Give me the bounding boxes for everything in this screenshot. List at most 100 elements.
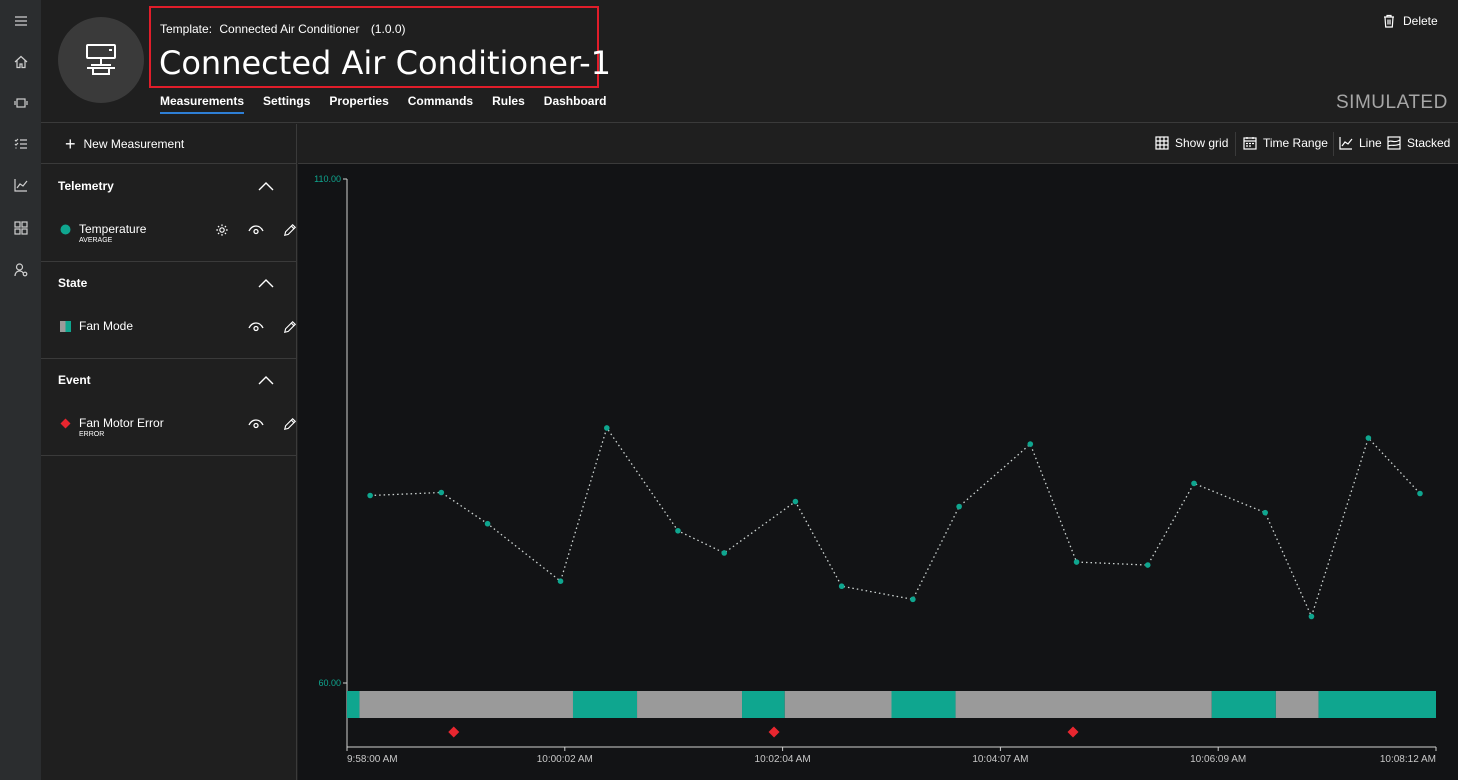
event-marker-1[interactable]: [768, 726, 780, 738]
state-segment-7: [955, 691, 1212, 718]
section-title: Event: [58, 373, 91, 387]
plus-icon: +: [65, 133, 76, 154]
grid-icon: [1155, 136, 1169, 150]
measurement-item-fan-motor-error[interactable]: Fan Motor Error ERROR: [58, 411, 297, 441]
edit-pencil-icon[interactable]: [281, 318, 299, 336]
eye-icon[interactable]: [247, 415, 265, 433]
chart-area: Show grid Time Range Line Stacked 110.00…: [298, 124, 1458, 780]
state-segment-6: [891, 691, 956, 718]
x-tick-label-4: 10:06:09 AM: [1190, 754, 1246, 765]
measurement-item-temperature[interactable]: Temperature AVERAGE: [58, 217, 297, 247]
show-grid-label: Show grid: [1175, 136, 1229, 150]
edit-pencil-icon[interactable]: [281, 221, 299, 239]
state-section: State Fan Mode: [41, 262, 297, 359]
series-color-circle-icon: [60, 224, 71, 235]
home-icon[interactable]: [0, 48, 41, 76]
line-chart-button[interactable]: Line: [1339, 136, 1382, 150]
state-segment-1: [359, 691, 573, 718]
time-range-button[interactable]: Time Range: [1243, 136, 1328, 150]
template-name: Connected Air Conditioner: [219, 22, 360, 36]
gear-icon[interactable]: [213, 221, 231, 239]
telemetry-section: Telemetry Temperature AVERAGE: [41, 165, 297, 262]
stacked-chart-icon: [1387, 136, 1401, 150]
x-tick-label-0: 9:58:00 AM: [347, 754, 398, 765]
device-header: Template: Connected Air Conditioner (1.0…: [41, 0, 1458, 123]
tab-properties[interactable]: Properties: [329, 94, 388, 114]
temperature-point-2[interactable]: [484, 520, 491, 527]
user-admin-icon[interactable]: [0, 256, 41, 284]
temperature-point-14[interactable]: [1191, 480, 1197, 487]
eye-icon[interactable]: [247, 221, 265, 239]
state-segment-2: [572, 691, 638, 718]
toolbar-divider: [1333, 132, 1334, 156]
dashboard-grid-icon[interactable]: [0, 214, 41, 242]
temperature-point-8[interactable]: [838, 583, 845, 590]
state-segment-4: [742, 691, 785, 718]
temperature-point-10[interactable]: [956, 503, 962, 510]
state-segment-3: [637, 691, 743, 718]
event-markers: [448, 726, 1079, 738]
tab-dashboard[interactable]: Dashboard: [544, 94, 607, 114]
delete-button[interactable]: Delete: [1383, 14, 1438, 28]
x-tick-label-1: 10:00:02 AM: [537, 754, 593, 765]
temperature-point-11[interactable]: [1027, 441, 1034, 447]
edit-pencil-icon[interactable]: [281, 415, 299, 433]
new-measurement-button[interactable]: + New Measurement: [41, 124, 297, 164]
tab-commands[interactable]: Commands: [408, 94, 473, 114]
temperature-point-3[interactable]: [557, 578, 564, 584]
state-segment-9: [1275, 691, 1319, 718]
temperature-point-6[interactable]: [721, 550, 728, 556]
x-tick-label-5: 10:08:12 AM: [1380, 754, 1436, 765]
temperature-point-4[interactable]: [603, 425, 610, 431]
eye-icon[interactable]: [247, 318, 265, 336]
x-tick-label-3: 10:04:07 AM: [972, 754, 1028, 765]
event-marker-0[interactable]: [448, 726, 460, 738]
telemetry-chart[interactable]: 110.00 60.00 9:58:00 AM 10:00:02 AM 10:02:…: [298, 165, 1458, 780]
list-check-icon[interactable]: [0, 130, 41, 158]
stacked-label: Stacked: [1407, 136, 1451, 150]
chevron-up-icon[interactable]: [258, 372, 276, 386]
temperature-point-1[interactable]: [438, 489, 445, 496]
time-range-label: Time Range: [1263, 136, 1328, 150]
temperature-point-9[interactable]: [910, 596, 916, 603]
temperature-point-12[interactable]: [1073, 559, 1080, 565]
y-axis-min-label: 60.00: [318, 678, 341, 688]
new-measurement-label: New Measurement: [83, 136, 185, 151]
tab-rules[interactable]: Rules: [492, 94, 525, 114]
devices-icon[interactable]: [0, 89, 41, 117]
left-nav-rail: [0, 0, 41, 780]
analytics-icon[interactable]: [0, 171, 41, 199]
section-title: State: [58, 276, 88, 290]
trash-icon: [1384, 14, 1394, 28]
template-label: Template:: [160, 22, 213, 36]
event-section: Event Fan Motor Error ERROR: [41, 359, 297, 456]
measurement-item-fan-mode[interactable]: Fan Mode: [58, 314, 297, 344]
delete-label: Delete: [1403, 14, 1438, 28]
temperature-point-17[interactable]: [1365, 435, 1372, 441]
x-tick-label-2: 10:02:04 AM: [755, 754, 811, 765]
hamburger-menu-icon[interactable]: [0, 7, 41, 35]
temperature-point-18[interactable]: [1417, 490, 1423, 497]
temperature-point-16[interactable]: [1308, 613, 1315, 620]
event-marker-2[interactable]: [1067, 726, 1079, 738]
temperature-point-15[interactable]: [1262, 509, 1268, 516]
temperature-point-5[interactable]: [675, 527, 681, 534]
measurement-aggregation: AVERAGE: [79, 237, 113, 244]
chevron-up-icon[interactable]: [258, 275, 276, 289]
chevron-up-icon[interactable]: [258, 178, 276, 192]
measurement-severity: ERROR: [79, 431, 105, 438]
device-name: Connected Air Conditioner-1: [159, 44, 611, 82]
temperature-point-13[interactable]: [1144, 562, 1151, 568]
toolbar-divider: [1235, 132, 1236, 156]
simulated-status: SIMULATED: [1336, 92, 1448, 113]
tab-measurements[interactable]: Measurements: [160, 94, 245, 114]
device-tabs: Measurements Settings Properties Command…: [160, 94, 606, 114]
calendar-icon: [1243, 137, 1257, 150]
show-grid-button[interactable]: Show grid: [1155, 136, 1228, 150]
temperature-point-7[interactable]: [792, 498, 799, 505]
stacked-chart-button[interactable]: Stacked: [1387, 136, 1450, 150]
tab-settings[interactable]: Settings: [263, 94, 310, 114]
template-info: Template: Connected Air Conditioner (1.0…: [160, 22, 410, 36]
air-conditioner-icon: [86, 44, 116, 75]
temperature-point-0[interactable]: [367, 492, 373, 499]
